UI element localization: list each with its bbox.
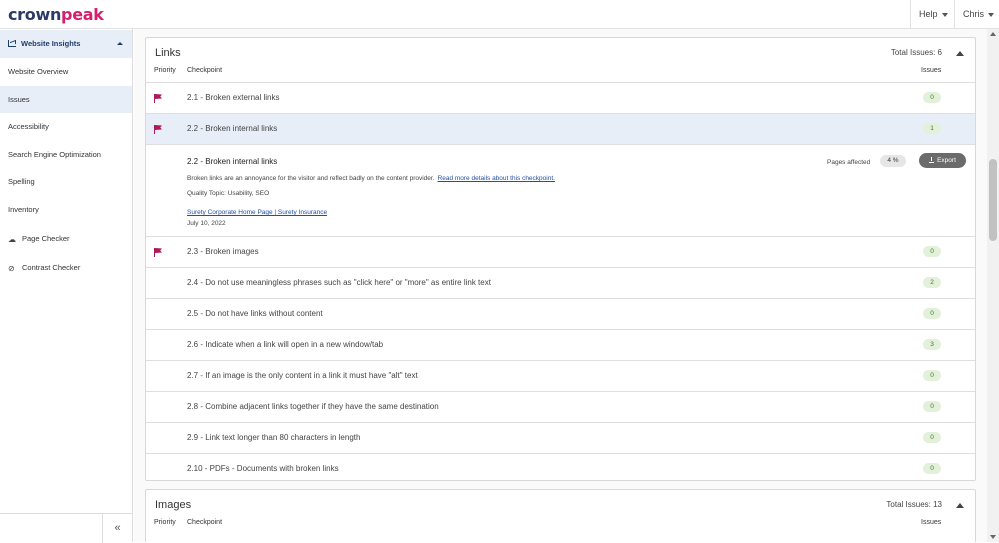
chevron-down-icon [988, 12, 995, 17]
sidebar-tool-page-checker[interactable]: ☁ Page Checker [0, 225, 132, 252]
col-header-issues: Issues [921, 67, 942, 74]
pages-affected-badge: 4 % [880, 155, 906, 167]
table-row[interactable]: 2.8 - Combine adjacent links together if… [146, 391, 975, 422]
issue-count-badge: 1 [923, 123, 941, 134]
help-menu-button[interactable]: Help [910, 0, 954, 29]
table-row[interactable]: 2.9 - Link text longer than 80 character… [146, 422, 975, 453]
table-row[interactable]: 2.7 - If an image is the only content in… [146, 360, 975, 391]
flag-icon [154, 94, 163, 103]
checkpoint-list: 2.1 - Broken external links 0 2.2 - Brok… [146, 82, 975, 484]
col-header-priority: Priority [154, 67, 176, 74]
eye-slash-icon: ⊘ [8, 264, 15, 273]
issue-count-badge: 0 [923, 401, 941, 412]
checkpoint-label: 2.1 - Broken external links [187, 93, 280, 102]
sidebar-item-spelling[interactable]: Spelling [0, 168, 132, 195]
chevron-up-icon [117, 42, 123, 45]
logo-text-accent: peak [61, 5, 104, 24]
sidebar-item-seo[interactable]: Search Engine Optimization [0, 141, 132, 168]
images-panel: Images Total Issues: 13 Priority Checkpo… [145, 489, 976, 542]
scroll-up-arrow-icon[interactable] [990, 32, 996, 36]
sidebar-item-accessibility[interactable]: Accessibility [0, 113, 132, 140]
sidebar-item-issues[interactable]: Issues [0, 86, 132, 113]
collapse-panel-icon[interactable] [956, 51, 964, 56]
col-header-priority: Priority [154, 519, 176, 526]
sidebar-item-inventory[interactable]: Inventory [0, 196, 132, 223]
collapse-sidebar-button[interactable]: « [102, 514, 132, 543]
checkpoint-label: 2.4 - Do not use meaningless phrases suc… [187, 278, 491, 287]
flag-icon [154, 125, 163, 134]
table-row[interactable]: 2.5 - Do not have links without content … [146, 298, 975, 329]
sidebar-item-website-overview[interactable]: Website Overview [0, 58, 132, 85]
description-text: Broken links are an annoyance for the vi… [187, 175, 435, 182]
issue-count-badge: 0 [923, 432, 941, 443]
checkpoint-label: 2.10 - PDFs - Documents with broken link… [187, 464, 339, 473]
total-issues: Total Issues: 6 [890, 48, 942, 57]
main-content: Links Total Issues: 6 Priority Checkpoin… [134, 29, 987, 542]
links-panel: Links Total Issues: 6 Priority Checkpoin… [145, 37, 976, 481]
table-row[interactable]: 2.4 - Do not use meaningless phrases suc… [146, 267, 975, 298]
chevron-down-icon [941, 12, 948, 17]
table-row[interactable]: 2.2 - Broken internal links 1 [146, 113, 975, 144]
pages-affected-label: Pages affected [827, 159, 871, 166]
checkpoint-label: 2.9 - Link text longer than 80 character… [187, 433, 361, 442]
issue-count-badge: 0 [923, 246, 941, 257]
col-header-checkpoint: Checkpoint [187, 519, 223, 526]
double-chevron-left-icon: « [114, 522, 121, 534]
issue-count-badge: 3 [923, 339, 941, 350]
collapse-panel-icon[interactable] [956, 503, 964, 508]
col-header-checkpoint: Checkpoint [187, 67, 223, 74]
table-row[interactable]: 2.10 - PDFs - Documents with broken link… [146, 453, 975, 484]
read-more-link[interactable]: Read more details about this checkpoint. [438, 175, 555, 182]
sidebar-section-website-insights[interactable]: Website Insights [0, 30, 132, 58]
help-label: Help [919, 9, 938, 19]
sidebar: Website Insights Website Overview Issues… [0, 29, 133, 543]
sidebar-section-label: Website Insights [21, 39, 81, 48]
scrollbar-thumb[interactable] [989, 159, 997, 241]
checkpoint-label: 2.7 - If an image is the only content in… [187, 371, 418, 380]
vertical-scrollbar[interactable] [987, 29, 999, 542]
checkpoint-detail: 2.2 - Broken internal links Broken links… [146, 144, 975, 236]
export-button[interactable]: Export [919, 153, 966, 168]
checkpoint-label: 2.5 - Do not have links without content [187, 309, 323, 318]
issue-count-badge: 2 [923, 277, 941, 288]
checkpoint-label: 2.3 - Broken images [187, 247, 259, 256]
table-row[interactable]: 2.6 - Indicate when a link will open in … [146, 329, 975, 360]
detail-description: Broken links are an annoyance for the vi… [187, 175, 555, 182]
table-row[interactable]: 2.3 - Broken images 0 [146, 236, 975, 267]
sidebar-tool-contrast-checker[interactable]: ⊘ Contrast Checker [0, 254, 132, 281]
issue-count-badge: 0 [923, 370, 941, 381]
col-header-issues: Issues [921, 519, 942, 526]
panel-title: Links [155, 47, 181, 59]
flag-icon [154, 248, 163, 257]
detail-title: 2.2 - Broken internal links [187, 157, 278, 166]
panel-title: Images [155, 499, 192, 511]
cloud-check-icon: ☁ [8, 235, 16, 244]
download-icon [929, 157, 935, 163]
crownpeak-logo[interactable]: crownpeak [8, 5, 104, 24]
sidebar-footer: « [0, 513, 132, 543]
total-issues: Total Issues: 13 [886, 500, 942, 509]
affected-page-link[interactable]: Surety Corporate Home Page | Surety Insu… [187, 209, 327, 216]
user-label: Chris [963, 9, 985, 19]
scroll-down-arrow-icon[interactable] [990, 535, 996, 539]
table-row[interactable]: 2.1 - Broken external links 0 [146, 82, 975, 113]
checkpoint-label: 2.8 - Combine adjacent links together if… [187, 402, 439, 411]
checkpoint-label: 2.6 - Indicate when a link will open in … [187, 340, 384, 349]
checkpoint-label: 2.2 - Broken internal links [187, 124, 278, 133]
issue-count-badge: 0 [923, 463, 941, 474]
export-label: Export [937, 157, 956, 164]
top-bar: crownpeak Help Chris [0, 0, 999, 29]
tool-label: Contrast Checker [22, 263, 81, 272]
logo-text: crown [8, 5, 62, 24]
user-menu-button[interactable]: Chris [954, 0, 999, 29]
tool-label: Page Checker [22, 234, 70, 243]
issue-count-badge: 0 [923, 92, 941, 103]
quality-topic: Quality Topic: Usability, SEO [187, 190, 270, 197]
chart-icon [8, 40, 16, 47]
issue-count-badge: 0 [923, 308, 941, 319]
affected-page-date: July 10, 2022 [187, 220, 226, 227]
